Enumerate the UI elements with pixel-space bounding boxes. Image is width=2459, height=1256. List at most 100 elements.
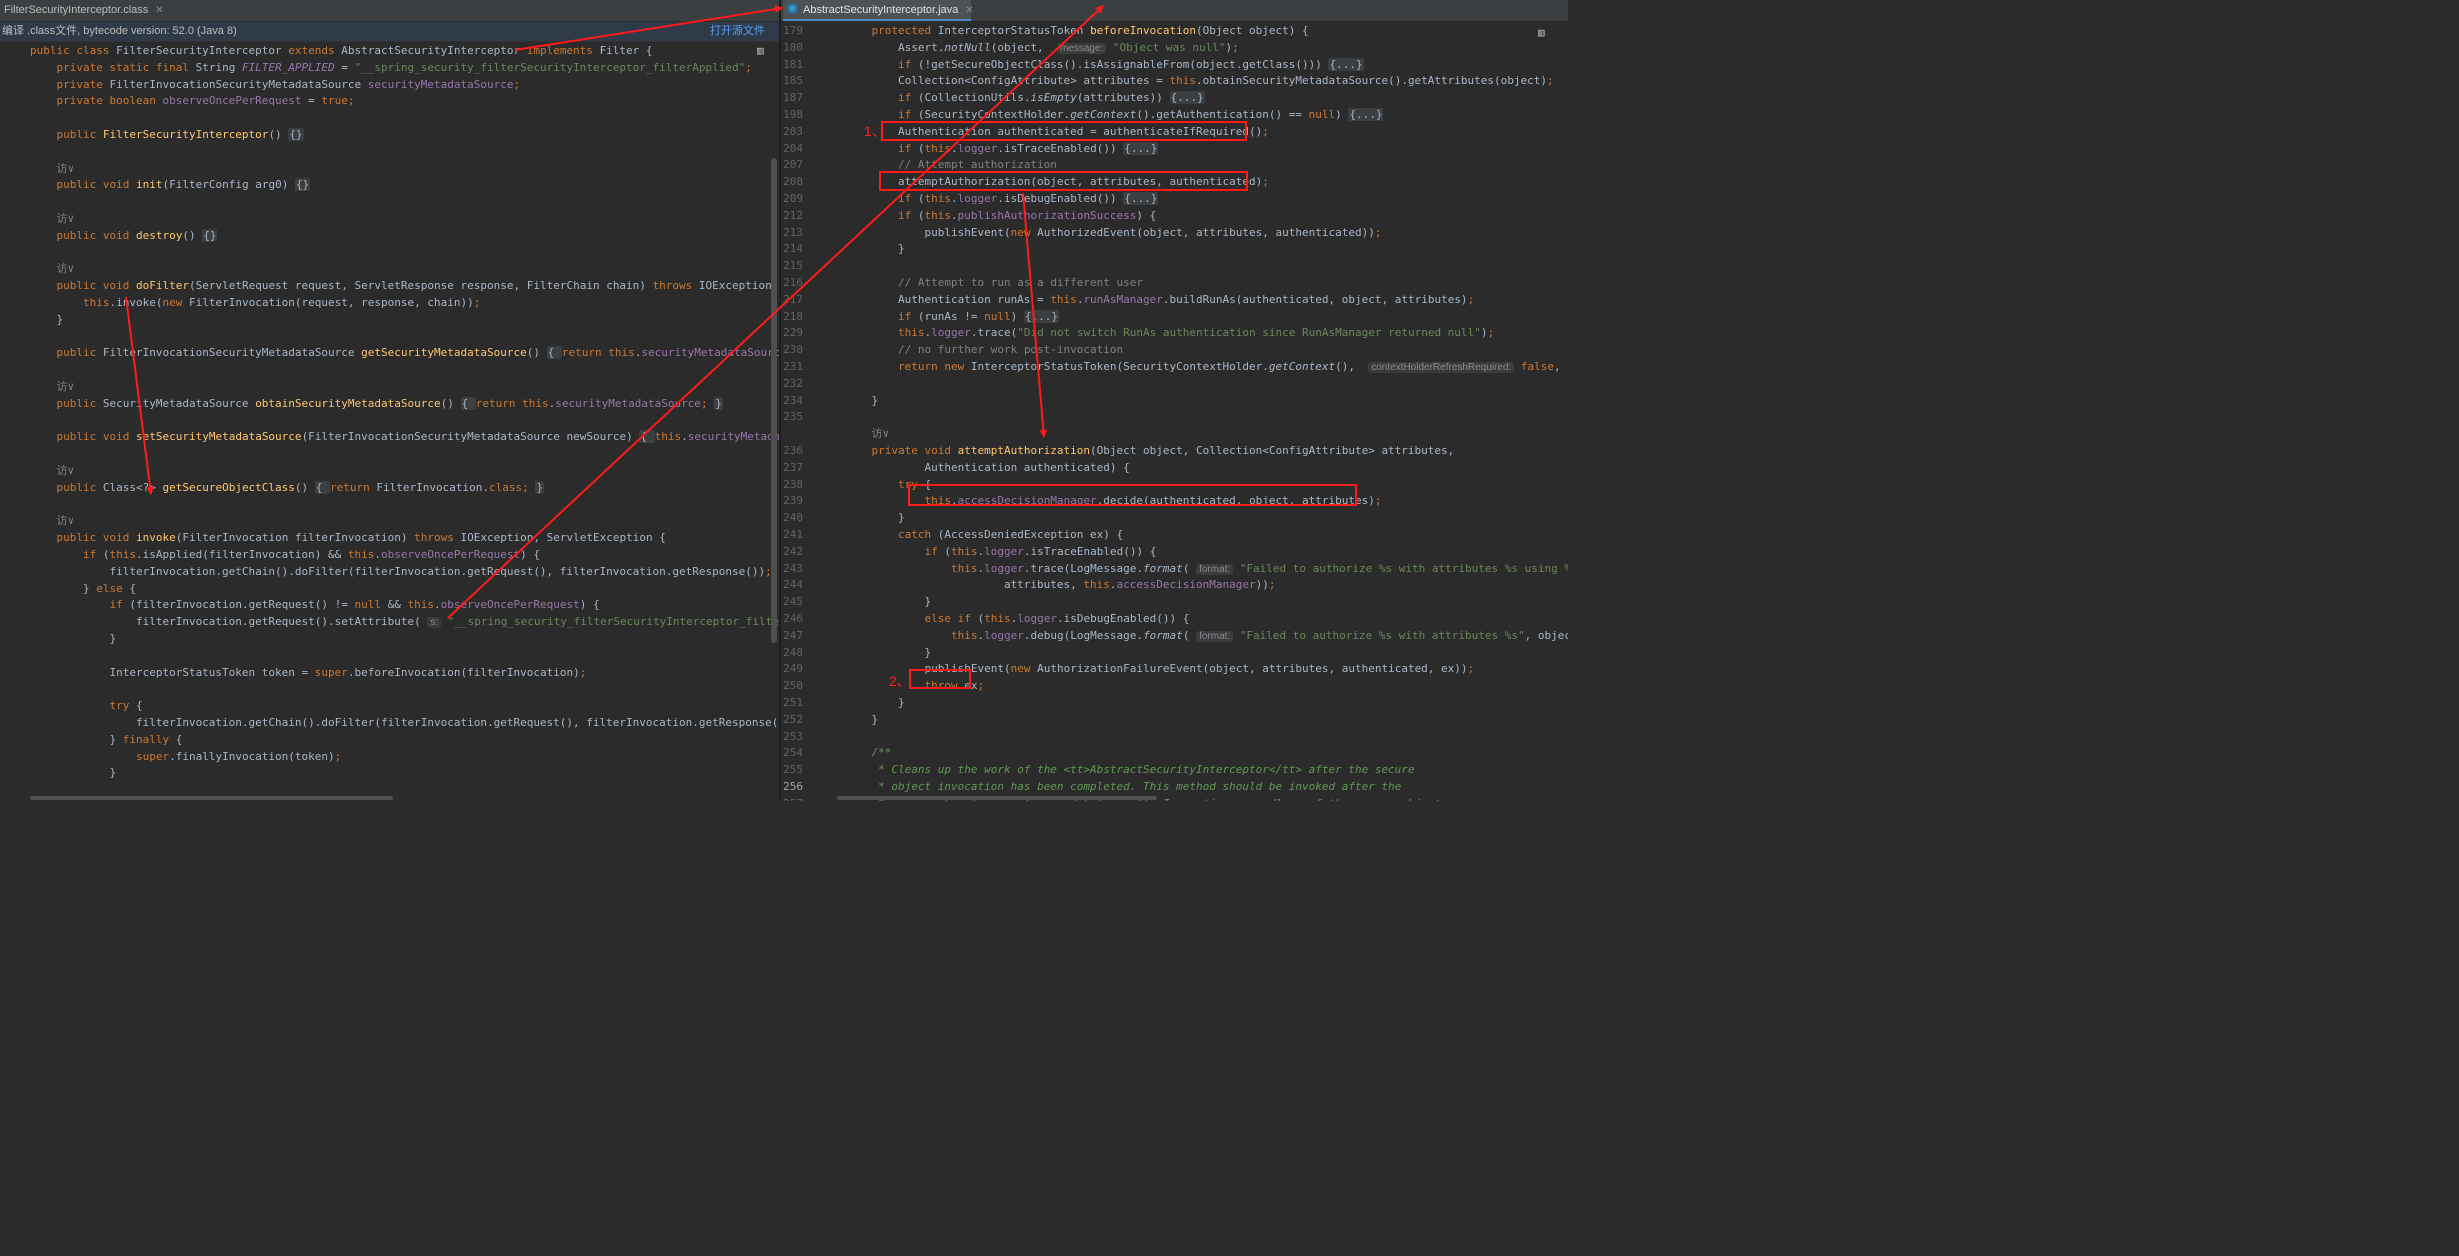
code-token[interactable]: { (546, 346, 562, 360)
code-line[interactable]: public void invoke(FilterInvocation filt… (0, 529, 779, 546)
code-line[interactable]: 访∨ (0, 260, 779, 277)
code-line[interactable]: 255 * Cleans up the work of the <tt>Abst… (781, 761, 1568, 778)
code-line[interactable]: if (this.isApplied(filterInvocation) && … (0, 546, 779, 563)
code-line[interactable]: } else { (0, 580, 779, 597)
code-line[interactable]: 访∨ (0, 462, 779, 479)
left-code-area[interactable]: public class FilterSecurityInterceptor e… (0, 42, 779, 801)
code-line[interactable]: 209 if (this.logger.isDebugEnabled()) {.… (781, 190, 1568, 207)
code-line[interactable]: 216 // Attempt to run as a different use… (781, 274, 1568, 291)
code-line[interactable]: 244 attributes, this.accessDecisionManag… (781, 576, 1568, 593)
code-line[interactable] (0, 680, 779, 697)
code-line[interactable] (0, 193, 779, 210)
code-line[interactable] (0, 244, 779, 261)
code-line[interactable]: 254 /** (781, 744, 1568, 761)
code-token[interactable]: {...} (1123, 141, 1159, 155)
right-horizontal-scrollbar[interactable] (837, 796, 1157, 800)
left-vertical-scrollbar[interactable] (771, 158, 777, 643)
code-line[interactable]: 访∨ (0, 210, 779, 227)
open-source-link[interactable]: 打开源文件 (710, 22, 765, 41)
code-token[interactable]: {...} (1169, 91, 1205, 105)
code-line[interactable]: private static final String FILTER_APPLI… (0, 59, 779, 76)
left-horizontal-scrollbar[interactable] (30, 796, 393, 800)
code-line[interactable]: 215 (781, 257, 1568, 274)
code-line[interactable]: 256 * object invocation has been complet… (781, 778, 1568, 795)
code-token[interactable]: {...} (1348, 108, 1384, 121)
code-line[interactable]: 235 (781, 408, 1568, 425)
code-line[interactable]: 212 if (this.publishAuthorizationSuccess… (781, 207, 1568, 224)
code-token[interactable]: {} (288, 128, 304, 141)
code-token[interactable]: {...} (1328, 57, 1364, 71)
code-line[interactable]: filterInvocation.getChain().doFilter(fil… (0, 714, 779, 731)
code-line[interactable]: } (0, 764, 779, 781)
code-line[interactable] (0, 496, 779, 513)
code-line[interactable] (0, 647, 779, 664)
code-line[interactable] (0, 328, 779, 345)
code-token[interactable]: { (314, 480, 331, 494)
code-line[interactable] (0, 361, 779, 378)
code-line[interactable] (0, 143, 779, 160)
code-line[interactable]: 204 if (this.logger.isTraceEnabled()) {.… (781, 140, 1568, 157)
code-line[interactable]: public void destroy() {} (0, 227, 779, 244)
code-token[interactable]: {...} (1023, 309, 1059, 323)
code-line[interactable]: private FilterInvocationSecurityMetadata… (0, 76, 779, 93)
code-line[interactable]: 访∨ (0, 512, 779, 529)
code-line[interactable]: 185 Collection<ConfigAttribute> attribut… (781, 72, 1568, 89)
code-line[interactable]: public SecurityMetadataSource obtainSecu… (0, 395, 779, 412)
code-line[interactable]: 236 private void attemptAuthorization(Ob… (781, 442, 1568, 459)
code-line[interactable]: public void init(FilterConfig arg0) {} (0, 176, 779, 193)
code-line[interactable]: 243 this.logger.trace(LogMessage.format(… (781, 560, 1568, 577)
code-line[interactable]: 179 protected InterceptorStatusToken bef… (781, 22, 1568, 39)
code-line[interactable]: 180 Assert.notNull(object, message: "Obj… (781, 39, 1568, 56)
code-line[interactable]: 访∨ (781, 425, 1568, 442)
code-token[interactable]: { (460, 396, 476, 410)
code-line[interactable]: } (0, 630, 779, 647)
code-line[interactable]: public void doFilter(ServletRequest requ… (0, 277, 779, 294)
code-line[interactable]: 251 } (781, 694, 1568, 711)
code-line[interactable]: this.invoke(new FilterInvocation(request… (0, 294, 779, 311)
code-line[interactable]: 247 this.logger.debug(LogMessage.format(… (781, 627, 1568, 644)
code-line[interactable]: 229 this.logger.trace("Did not switch Ru… (781, 324, 1568, 341)
code-line[interactable]: 237 Authentication authenticated) { (781, 459, 1568, 476)
code-token[interactable]: } (535, 480, 544, 494)
code-token[interactable]: {...} (1123, 192, 1159, 205)
code-line[interactable]: public FilterSecurityInterceptor() {} (0, 126, 779, 143)
close-icon[interactable]: ✕ (155, 5, 163, 16)
code-line[interactable]: 访∨ (0, 378, 779, 395)
code-line[interactable] (0, 109, 779, 126)
code-line[interactable]: 231 return new InterceptorStatusToken(Se… (781, 358, 1568, 375)
code-line[interactable]: if (filterInvocation.getRequest() != nul… (0, 596, 779, 613)
code-line[interactable]: 214 } (781, 240, 1568, 257)
code-line[interactable]: 248 } (781, 644, 1568, 661)
code-line[interactable] (0, 445, 779, 462)
code-line[interactable]: 240 } (781, 509, 1568, 526)
code-line[interactable]: 253 (781, 728, 1568, 745)
code-line[interactable]: } finally { (0, 731, 779, 748)
code-line[interactable]: 218 if (runAs != null) {...} (781, 308, 1568, 325)
code-line[interactable]: 213 publishEvent(new AuthorizedEvent(obj… (781, 224, 1568, 241)
code-line[interactable]: 187 if (CollectionUtils.isEmpty(attribut… (781, 89, 1568, 106)
code-line[interactable]: super.finallyInvocation(token); (0, 748, 779, 765)
code-line[interactable]: 241 catch (AccessDeniedException ex) { (781, 526, 1568, 543)
code-token[interactable]: {} (202, 228, 218, 242)
code-line[interactable]: 245 } (781, 593, 1568, 610)
code-line[interactable]: 246 else if (this.logger.isDebugEnabled(… (781, 610, 1568, 627)
code-line[interactable]: public class FilterSecurityInterceptor e… (0, 42, 779, 59)
code-line[interactable]: private boolean observeOncePerRequest = … (0, 92, 779, 109)
code-token[interactable]: {} (294, 178, 311, 192)
code-line[interactable]: 252 } (781, 711, 1568, 728)
code-line[interactable]: 242 if (this.logger.isTraceEnabled()) { (781, 543, 1568, 560)
code-line[interactable]: try { (0, 697, 779, 714)
code-line[interactable]: filterInvocation.getRequest().setAttribu… (0, 613, 779, 630)
code-line[interactable]: 230 // no further work post-invocation (781, 341, 1568, 358)
code-line[interactable]: filterInvocation.getChain().doFilter(fil… (0, 563, 779, 580)
code-line[interactable]: 217 Authentication runAs = this.runAsMan… (781, 291, 1568, 308)
tab-filter-security-interceptor-class[interactable]: FilterSecurityInterceptor.class ✕ (0, 0, 164, 21)
code-token[interactable]: { (639, 430, 655, 444)
tab-abstract-security-interceptor-java[interactable]: AbstractSecurityInterceptor.java ✕ (783, 0, 974, 21)
code-line[interactable]: 234 } (781, 392, 1568, 409)
code-line[interactable]: 访∨ (0, 160, 779, 177)
code-line[interactable]: InterceptorStatusToken token = super.bef… (0, 664, 779, 681)
code-line[interactable]: 232 (781, 375, 1568, 392)
code-line[interactable]: public Class<?> getSecureObjectClass() {… (0, 479, 779, 496)
code-line[interactable] (0, 412, 779, 429)
